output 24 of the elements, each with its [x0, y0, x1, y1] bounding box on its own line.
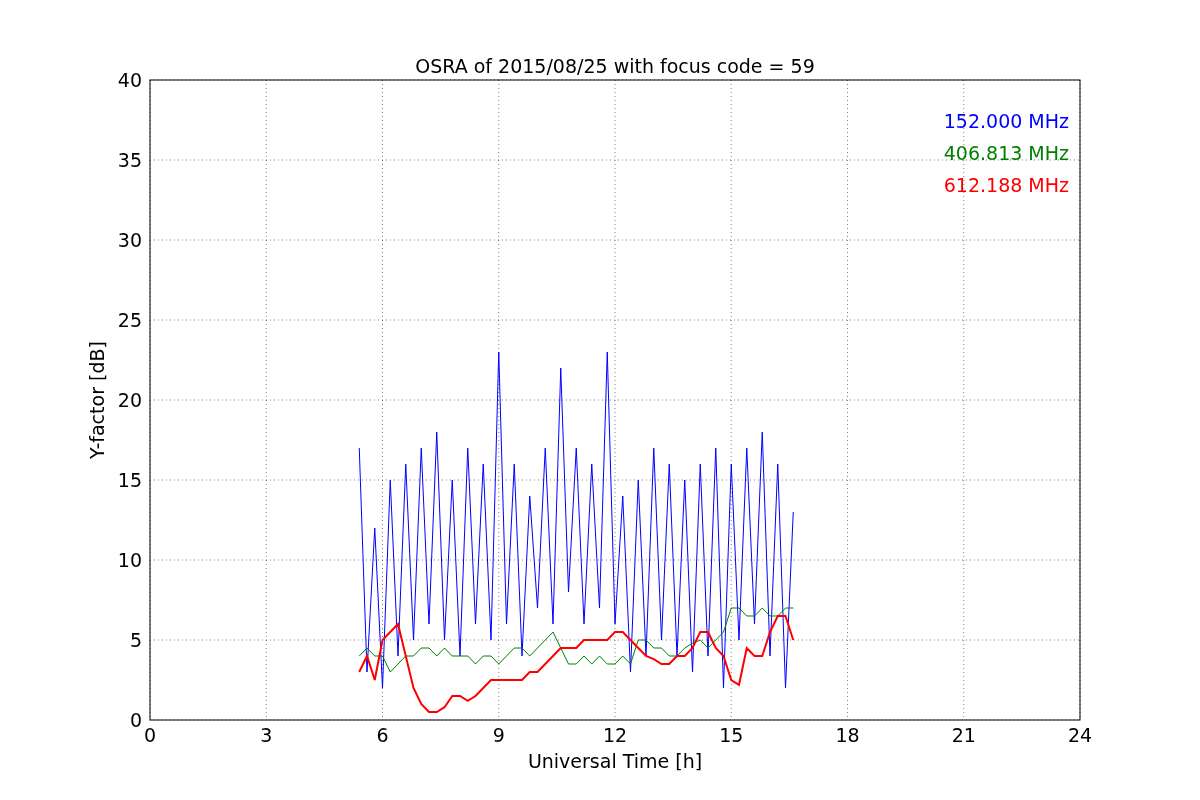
y-tick-label: 35 [117, 149, 142, 171]
x-tick-label: 9 [492, 724, 505, 746]
y-tick-label: 40 [117, 69, 142, 91]
y-tick-label: 5 [129, 629, 142, 651]
x-tick-label: 21 [951, 724, 976, 746]
legend-label: 406.813 MHz [943, 142, 1069, 164]
y-tick-label: 25 [117, 309, 142, 331]
y-tick-label: 10 [117, 549, 142, 571]
x-tick-label: 15 [719, 724, 744, 746]
x-tick-label: 12 [602, 724, 628, 746]
x-axis-label: Universal Time [h] [527, 750, 703, 772]
chart-title: OSRA of 2015/08/25 with focus code = 59 [415, 55, 815, 77]
y-axis-label: Y-factor [dB] [86, 341, 108, 459]
x-tick-label: 0 [143, 724, 157, 746]
x-tick-label: 24 [1067, 724, 1093, 746]
legend-label: 152.000 MHz [943, 110, 1069, 132]
legend-label: 612.188 MHz [943, 174, 1069, 196]
x-tick-label: 6 [376, 724, 389, 746]
y-tick-label: 30 [117, 229, 142, 251]
y-tick-label: 20 [117, 389, 142, 411]
y-tick-label: 15 [117, 469, 142, 491]
x-tick-label: 18 [835, 724, 860, 746]
x-tick-label: 3 [260, 724, 273, 746]
y-tick-label: 0 [129, 709, 142, 731]
